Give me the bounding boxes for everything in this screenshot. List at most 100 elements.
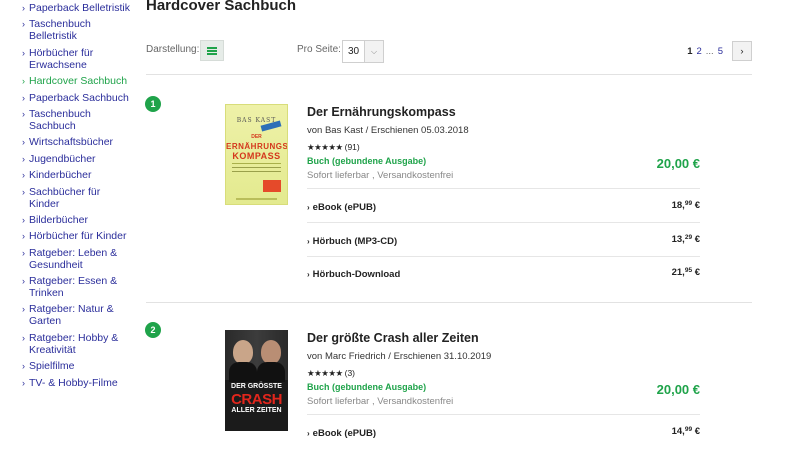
sidebar-item[interactable]: › Jugendbücher — [22, 153, 132, 165]
sidebar-item[interactable]: › Paperback Sachbuch — [22, 92, 132, 104]
sidebar-item[interactable]: › Bilderbücher — [22, 214, 132, 226]
product-format: Buch (gebundene Ausgabe) — [307, 382, 427, 392]
book-cover[interactable]: DER GRÖSSTE CRASH ALLER ZEITEN — [225, 330, 288, 431]
sidebar-item-label: Kinderbücher — [29, 169, 92, 182]
option-divider — [307, 188, 700, 189]
chevron-right-icon: › — [22, 47, 25, 58]
availability: Sofort lieferbar , Versandkostenfrei — [307, 396, 454, 407]
rank-badge: 2 — [145, 322, 161, 338]
sidebar-item[interactable]: › Paperback Belletristik — [22, 2, 132, 14]
sidebar-item[interactable]: › Hörbücher für Erwachsene — [22, 47, 132, 71]
sidebar-item[interactable]: › TV- & Hobby-Filme — [22, 377, 132, 389]
option-label: Hörbuch-Download — [312, 269, 401, 280]
chevron-right-icon: › — [22, 247, 25, 258]
sidebar-item[interactable]: › Wirtschaftsbücher — [22, 136, 132, 148]
cover-figure — [257, 362, 285, 382]
sidebar-item-label: Ratgeber: Natur & Garten — [29, 303, 114, 328]
cover-title-2: KOMPASS — [232, 151, 281, 161]
page-link-last[interactable]: 5 — [718, 46, 723, 57]
next-page-button[interactable]: › — [732, 41, 752, 61]
product-title[interactable]: Der größte Crash aller Zeiten — [307, 331, 479, 345]
product-title[interactable]: Der Ernährungskompass — [307, 105, 456, 119]
chevron-right-icon: › — [22, 108, 25, 119]
cover-title-1: DER GRÖSSTE — [231, 383, 282, 390]
option-price: 18,99 € — [671, 200, 700, 211]
sidebar-item-label: Ratgeber: Hobby & Kreativität — [29, 331, 119, 356]
sidebar-item[interactable]: › Ratgeber: Natur & Garten — [22, 303, 132, 327]
toolbar-divider — [146, 74, 752, 75]
format-option[interactable]: › Hörbuch-Download 21,95 € — [307, 267, 700, 287]
sidebar-item[interactable]: › Spielfilme — [22, 360, 132, 372]
list-view-button[interactable] — [200, 40, 224, 61]
sidebar-item[interactable]: › Taschenbuch Belletristik — [22, 18, 132, 42]
format-option[interactable]: › Hörbuch (MP3-CD) 13,29 € — [307, 234, 700, 254]
sidebar-item-label: Bilderbücher — [29, 213, 88, 226]
chevron-right-icon: › — [22, 231, 25, 242]
chevron-right-icon: › — [22, 19, 25, 30]
sidebar-item-label: Jugendbücher — [29, 152, 96, 165]
chevron-right-icon: › — [22, 276, 25, 287]
sidebar-item[interactable]: › Taschenbuch Sachbuch — [22, 108, 132, 132]
chevron-down-icon[interactable]: ⌵ — [364, 41, 383, 62]
cover-face — [261, 340, 281, 364]
per-page-select[interactable]: 30 ⌵ — [342, 40, 384, 63]
sidebar-item-label: Hardcover Sachbuch — [29, 75, 128, 88]
sidebar-item-label: Ratgeber: Essen & Trinken — [29, 275, 118, 300]
sidebar-item-label: Hörbücher für Kinder — [29, 230, 127, 243]
chevron-right-icon: › — [22, 170, 25, 181]
sidebar-item-label: Hörbücher für Erwachsene — [29, 46, 94, 71]
sidebar-item-label: Spielfilme — [29, 360, 75, 373]
cover-publisher — [236, 198, 277, 200]
category-sidebar: › Paperback Belletristik › Taschenbuch Bell… — [22, 2, 132, 393]
sidebar-item[interactable]: › Sachbücher für Kinder — [22, 186, 132, 210]
chevron-right-icon: › — [22, 332, 25, 343]
chevron-right-icon: › — [22, 137, 25, 148]
option-divider — [307, 256, 700, 257]
cover-photo — [225, 330, 288, 382]
cover-title-top: DER — [251, 134, 262, 140]
chevron-right-icon: › — [22, 153, 25, 164]
chevron-right-icon: › — [307, 237, 310, 246]
rating-count: (3) — [344, 368, 355, 378]
chevron-right-icon: › — [22, 214, 25, 225]
option-price: 14,99 € — [671, 426, 700, 437]
book-cover[interactable]: BAS KAST DER ERNÄHRUNGS KOMPASS — [225, 104, 288, 205]
product-meta: von Bas Kast / Erschienen 05.03.2018 — [307, 125, 469, 136]
availability: Sofort lieferbar , Versandkostenfrei — [307, 170, 454, 181]
sidebar-item-label: TV- & Hobby-Filme — [29, 376, 118, 389]
cover-figure — [229, 362, 257, 382]
cover-face — [233, 340, 253, 364]
sidebar-item[interactable]: › Hörbücher für Kinder — [22, 230, 132, 242]
stars-icon: ★★★★★ — [307, 368, 343, 378]
stars-icon: ★★★★★ — [307, 142, 343, 152]
chevron-right-icon: › — [22, 76, 25, 87]
cover-title-2: CRASH — [231, 391, 282, 408]
page-link[interactable]: 2 — [696, 46, 701, 57]
chevron-right-icon: › — [22, 186, 25, 197]
product-meta: von Marc Friedrich / Erschienen 31.10.20… — [307, 351, 492, 362]
option-label: Hörbuch (MP3-CD) — [312, 236, 398, 247]
cover-title-3: ALLER ZEITEN — [231, 407, 282, 414]
list-view-icon — [207, 46, 217, 55]
per-page-value: 30 — [347, 46, 360, 57]
format-option[interactable]: › eBook (ePUB) 14,99 € — [307, 426, 700, 446]
cover-subtitle — [232, 163, 281, 177]
rating-stars: ★★★★★ (3) — [307, 368, 355, 379]
sidebar-item-label: Paperback Belletristik — [29, 2, 130, 14]
product-format: Buch (gebundene Ausgabe) — [307, 156, 427, 166]
sidebar-item[interactable]: › Kinderbücher — [22, 169, 132, 181]
chevron-right-icon: › — [307, 203, 310, 212]
rating-stars: ★★★★★ (91) — [307, 142, 360, 153]
product-price: 20,00 € — [656, 382, 700, 397]
sidebar-item[interactable]: › Ratgeber: Leben & Gesundheit — [22, 247, 132, 271]
page-ellipsis: ... — [705, 45, 714, 57]
format-option[interactable]: › eBook (ePUB) 18,99 € — [307, 200, 700, 220]
product-divider — [146, 302, 752, 303]
page-current[interactable]: 1 — [687, 46, 692, 57]
sidebar-item[interactable]: › Hardcover Sachbuch — [22, 75, 132, 87]
option-label: eBook (ePUB) — [312, 428, 377, 439]
sidebar-item[interactable]: › Ratgeber: Essen & Trinken — [22, 275, 132, 299]
sidebar-item[interactable]: › Ratgeber: Hobby & Kreativität — [22, 332, 132, 356]
page-title: Hardcover Sachbuch — [146, 0, 297, 14]
chevron-right-icon: › — [307, 429, 310, 438]
